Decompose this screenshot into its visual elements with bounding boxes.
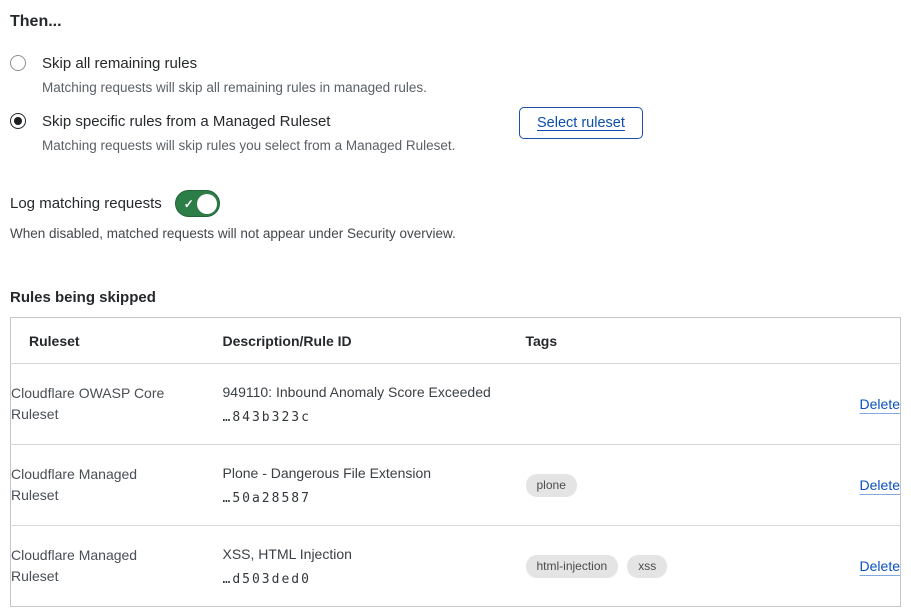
- option-text: Skip specific rules from a Managed Rules…: [42, 112, 455, 154]
- ruleset-name: Cloudflare Managed Ruleset: [11, 464, 179, 506]
- ruleset-name: Cloudflare OWASP Core Ruleset: [11, 383, 179, 425]
- table-row: Cloudflare OWASP Core Ruleset 949110: In…: [11, 364, 901, 445]
- delete-link[interactable]: Delete: [860, 477, 900, 493]
- rule-description: XSS, HTML Injection: [223, 545, 526, 563]
- table-header-row: Ruleset Description/Rule ID Tags: [11, 318, 901, 364]
- column-header-ruleset: Ruleset: [11, 318, 223, 364]
- toggle-knob: [197, 194, 217, 214]
- column-header-actions: [804, 318, 901, 364]
- option-skip-all-rules: Skip all remaining rules Matching reques…: [10, 54, 900, 96]
- log-matching-section: Log matching requests ✓ When disabled, m…: [10, 190, 900, 242]
- select-ruleset-button[interactable]: Select ruleset: [519, 107, 643, 139]
- rules-skipped-table: Ruleset Description/Rule ID Tags Cloudfl…: [10, 317, 901, 607]
- log-matching-note: When disabled, matched requests will not…: [10, 225, 900, 242]
- column-header-tags: Tags: [526, 318, 804, 364]
- tag-badge: html-injection: [526, 555, 619, 578]
- rules-skipped-heading: Rules being skipped: [10, 288, 900, 307]
- tags-cell: html-injection xss: [526, 555, 804, 578]
- delete-link[interactable]: Delete: [860, 396, 900, 412]
- rule-id: …843b323c: [223, 410, 526, 425]
- radio-skip-specific-rules[interactable]: [10, 113, 26, 129]
- column-header-description: Description/Rule ID: [223, 318, 526, 364]
- option-skip-specific-rules: Skip specific rules from a Managed Rules…: [10, 112, 900, 154]
- tag-badge: plone: [526, 474, 577, 497]
- then-heading: Then...: [10, 12, 900, 31]
- ruleset-name: Cloudflare Managed Ruleset: [11, 545, 179, 587]
- option-skip-all-label[interactable]: Skip all remaining rules: [42, 54, 427, 73]
- rule-id: …d503ded0: [223, 572, 526, 587]
- delete-link[interactable]: Delete: [860, 558, 900, 574]
- rule-description: Plone - Dangerous File Extension: [223, 464, 526, 482]
- radio-skip-all-rules[interactable]: [10, 55, 26, 71]
- rule-id: …50a28587: [223, 491, 526, 506]
- option-skip-specific-label[interactable]: Skip specific rules from a Managed Rules…: [42, 112, 455, 131]
- tags-cell: plone: [526, 474, 804, 497]
- log-matching-label: Log matching requests: [10, 194, 162, 213]
- log-matching-toggle[interactable]: ✓: [175, 190, 220, 217]
- tag-badge: xss: [627, 555, 667, 578]
- table-row: Cloudflare Managed Ruleset Plone - Dange…: [11, 445, 901, 526]
- toggle-check-icon: ✓: [184, 197, 194, 209]
- option-skip-all-description: Matching requests will skip all remainin…: [42, 79, 427, 96]
- rule-description: 949110: Inbound Anomaly Score Exceeded: [223, 383, 526, 401]
- option-skip-specific-description: Matching requests will skip rules you se…: [42, 137, 455, 154]
- table-row: Cloudflare Managed Ruleset XSS, HTML Inj…: [11, 526, 901, 607]
- option-text: Skip all remaining rules Matching reques…: [42, 54, 427, 96]
- waf-rule-then-panel: Then... Skip all remaining rules Matchin…: [0, 0, 911, 607]
